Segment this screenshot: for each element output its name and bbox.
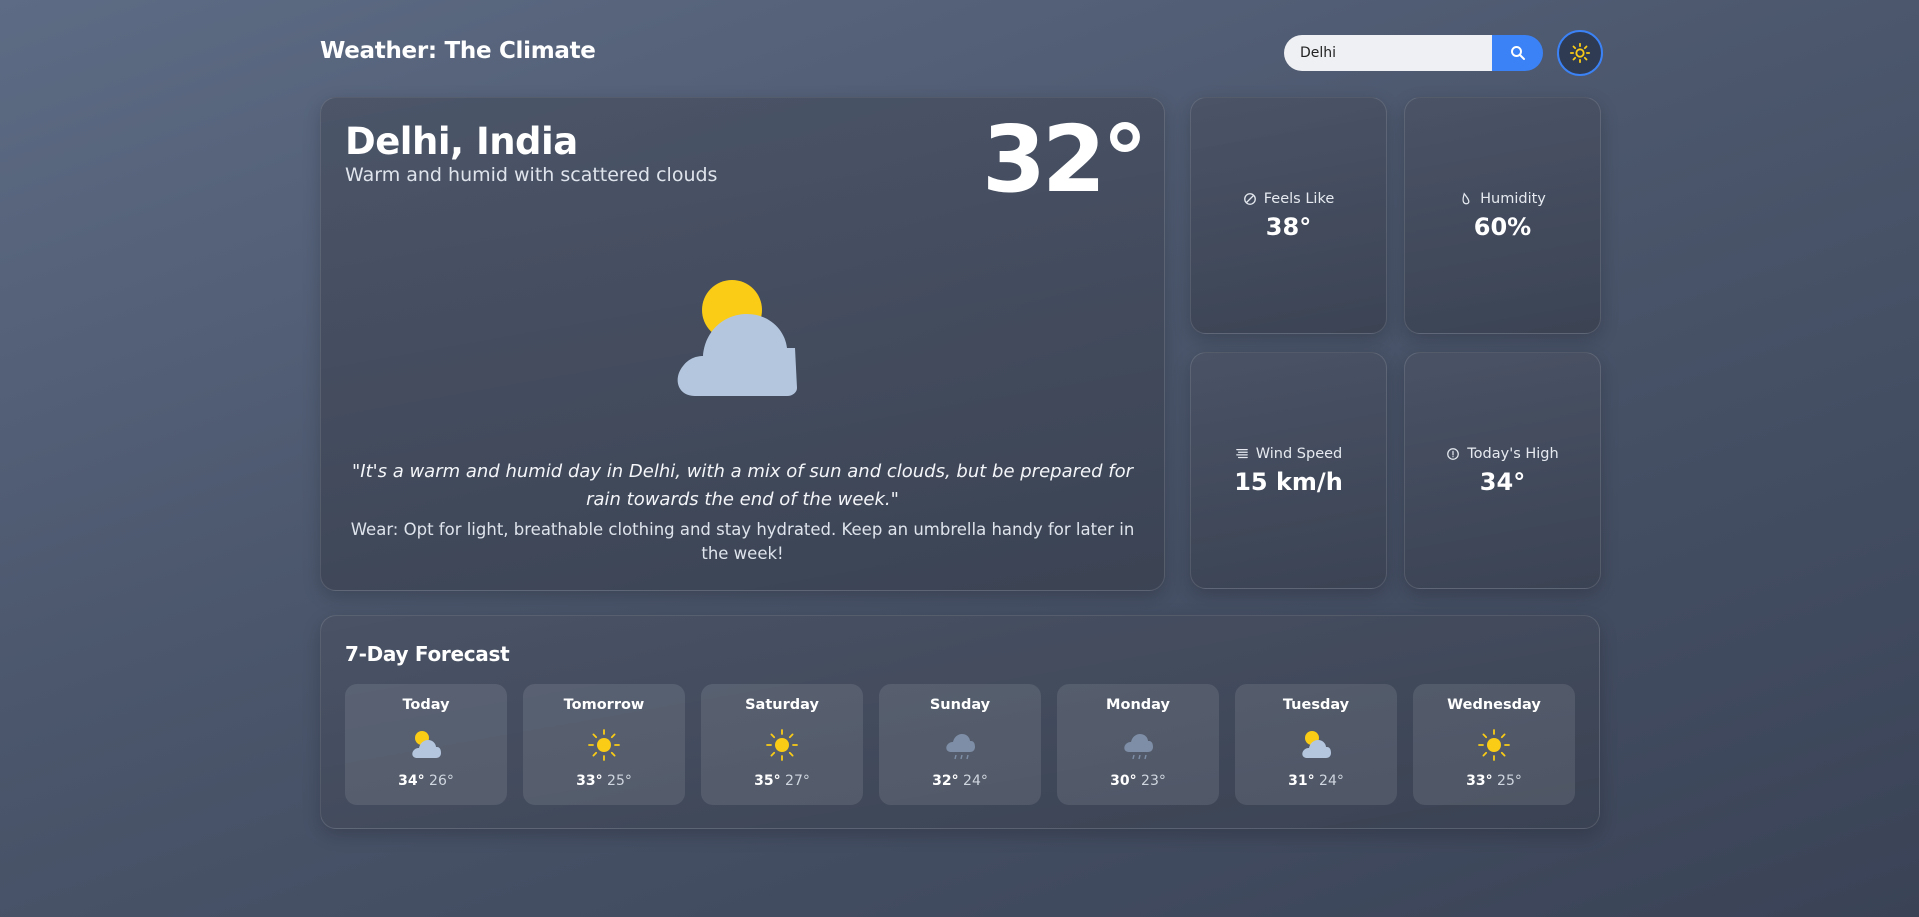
sun-icon xyxy=(1569,42,1591,64)
search-bar xyxy=(1284,35,1543,71)
forecast-temps: 35° 27° xyxy=(701,773,863,789)
partly-cloudy-icon xyxy=(677,280,797,396)
stat-label: Wind Speed xyxy=(1255,445,1343,462)
stat-value: 60% xyxy=(1473,212,1532,241)
wind-icon xyxy=(1235,448,1248,458)
stat-card-todays-high: Today's High 34° xyxy=(1404,352,1601,589)
forecast-high: 34° xyxy=(398,773,425,789)
stat-label: Humidity xyxy=(1480,190,1546,207)
forecast-high: 33° xyxy=(1466,773,1493,789)
header: Weather: The Climate xyxy=(320,30,1603,76)
weather-description: Warm and humid with scattered clouds xyxy=(345,164,718,186)
search-button[interactable] xyxy=(1492,35,1543,71)
sun-icon xyxy=(588,729,620,761)
forecast-day-name: Tomorrow xyxy=(563,697,645,713)
forecast-temps: 34° 26° xyxy=(345,773,507,789)
location-name: Delhi, India xyxy=(345,120,578,163)
weather-quote: "It's a warm and humid day in Delhi, wit… xyxy=(352,461,1133,510)
stat-value: 38° xyxy=(1265,212,1312,241)
sun-icon xyxy=(1478,729,1510,761)
forecast-high: 33° xyxy=(576,773,603,789)
stat-card-feels-like: Feels Like 38° xyxy=(1190,97,1387,334)
forecast-day[interactable]: Tomorrow 33° 25° xyxy=(523,684,685,805)
forecast-days: Today 34° 26° Tomorrow 33° 25° Saturday … xyxy=(345,684,1577,805)
forecast-temps: 32° 24° xyxy=(879,773,1041,789)
forecast-high: 30° xyxy=(1110,773,1137,789)
stat-card-humidity: Humidity 60% xyxy=(1404,97,1601,334)
forecast-low: 25° xyxy=(1497,773,1522,789)
forecast-high: 35° xyxy=(754,773,781,789)
forecast-day-name: Tuesday xyxy=(1282,697,1350,713)
forecast-day-name: Saturday xyxy=(745,697,819,713)
forecast-low: 25° xyxy=(607,773,632,789)
forecast-low: 24° xyxy=(963,773,988,789)
forecast-day-name: Monday xyxy=(1106,697,1170,713)
partly-cloudy-icon xyxy=(412,731,441,758)
partly-cloudy-icon xyxy=(1302,731,1331,758)
thermometer-icon xyxy=(1243,192,1256,205)
forecast-title: 7-Day Forecast xyxy=(345,642,510,666)
search-icon xyxy=(1510,46,1525,60)
stat-card-wind-speed: Wind Speed 15 km/h xyxy=(1190,352,1387,589)
rain-cloud-icon xyxy=(946,734,975,760)
forecast-day[interactable]: Saturday 35° 27° xyxy=(701,684,863,805)
forecast-card: 7-Day Forecast Today 34° 26° Tomorrow 33… xyxy=(320,615,1600,829)
forecast-temps: 31° 24° xyxy=(1235,773,1397,789)
stat-label: Today's High xyxy=(1467,445,1559,462)
stat-value: 34° xyxy=(1479,467,1526,496)
forecast-low: 26° xyxy=(429,773,454,789)
forecast-high: 31° xyxy=(1288,773,1315,789)
sun-icon xyxy=(766,729,798,761)
wear-advice: Wear: Opt for light, breathable clothing… xyxy=(350,520,1135,563)
forecast-temps: 33° 25° xyxy=(1413,773,1575,789)
forecast-low: 24° xyxy=(1319,773,1344,789)
forecast-low: 23° xyxy=(1141,773,1166,789)
forecast-high: 32° xyxy=(932,773,959,789)
current-temperature: 32° xyxy=(981,106,1148,213)
forecast-temps: 30° 23° xyxy=(1057,773,1219,789)
forecast-day-name: Wednesday xyxy=(1447,697,1541,713)
forecast-temps: 33° 25° xyxy=(523,773,685,789)
forecast-day[interactable]: Wednesday 33° 25° xyxy=(1413,684,1575,805)
info-icon xyxy=(1447,447,1460,460)
forecast-day[interactable]: Monday 30° 23° xyxy=(1057,684,1219,805)
forecast-day[interactable]: Today 34° 26° xyxy=(345,684,507,805)
current-weather-card: Delhi, India Warm and humid with scatter… xyxy=(320,97,1165,591)
theme-toggle-button[interactable] xyxy=(1557,30,1603,76)
stat-label: Feels Like xyxy=(1263,190,1335,207)
app-title: Weather: The Climate xyxy=(320,38,596,64)
rain-cloud-icon xyxy=(1124,734,1153,760)
forecast-day[interactable]: Tuesday 31° 24° xyxy=(1235,684,1397,805)
forecast-low: 27° xyxy=(785,773,810,789)
forecast-day[interactable]: Sunday 32° 24° xyxy=(879,684,1041,805)
search-input[interactable] xyxy=(1284,35,1494,71)
droplet-icon xyxy=(1462,191,1470,204)
stat-value: 15 km/h xyxy=(1234,467,1343,496)
forecast-day-name: Today xyxy=(402,697,450,713)
forecast-day-name: Sunday xyxy=(929,697,991,713)
